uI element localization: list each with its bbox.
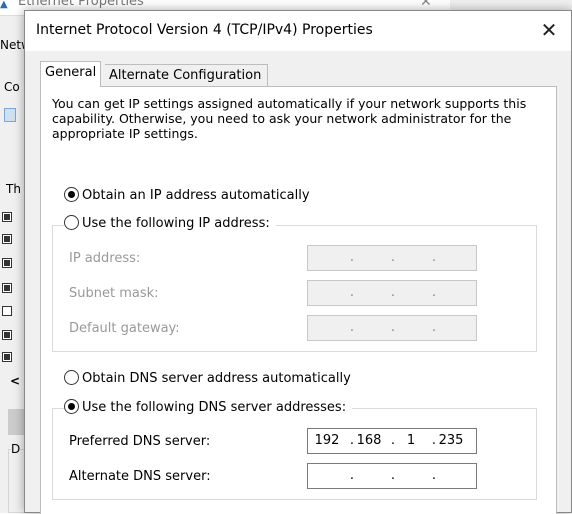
ip-separator: . (390, 285, 396, 300)
alternate-dns-label: Alternate DNS server: (69, 469, 211, 484)
use-following-ip-label: Use the following IP address: (82, 216, 270, 231)
items-list-label: Th (6, 182, 21, 196)
alternate-dns-field[interactable]: ... (307, 463, 477, 489)
item-checkbox[interactable] (2, 212, 12, 222)
ip-separator: . (431, 468, 437, 483)
subnet-mask-label: Subnet mask: (69, 286, 159, 301)
default-gateway-label: Default gateway: (69, 321, 180, 336)
obtain-ip-automatically-label: Obtain an IP address automatically (82, 188, 310, 203)
scroll-left-icon[interactable]: < (10, 374, 20, 388)
item-checkbox[interactable] (2, 306, 12, 316)
tab-general[interactable]: General (40, 61, 102, 87)
info-text: You can get IP settings assigned automat… (52, 96, 527, 141)
ip-separator: . (349, 468, 355, 483)
dialog-title: Internet Protocol Version 4 (TCP/IPv4) P… (36, 22, 373, 38)
ip-separator: . (390, 468, 396, 483)
ip-octet[interactable]: 235 (436, 433, 466, 448)
default-gateway-field[interactable]: ... (307, 315, 477, 341)
radio-button-icon[interactable] (64, 215, 79, 230)
ip-address-label: IP address: (69, 251, 141, 266)
tab-alternate-configuration[interactable]: Alternate Configuration (105, 64, 268, 88)
use-following-ip-radio[interactable]: Use the following IP address: (64, 215, 276, 233)
obtain-dns-automatically-label: Obtain DNS server address automatically (82, 371, 351, 386)
ip-separator: . (390, 250, 396, 265)
close-icon[interactable]: ✕ (531, 14, 567, 48)
ethernet-properties-close-icon[interactable]: ✕ (420, 0, 432, 10)
ip-separator: . (349, 285, 355, 300)
preferred-dns-field[interactable]: 192. 168. 1. 235 (307, 428, 477, 454)
network-adapter-icon: ▲ (0, 0, 8, 10)
ip-separator: . (349, 320, 355, 335)
item-checkbox[interactable] (2, 258, 12, 268)
preferred-dns-label: Preferred DNS server: (69, 434, 211, 449)
ip-octet[interactable]: 192 (312, 433, 342, 448)
radio-button-icon[interactable] (64, 370, 79, 385)
obtain-dns-automatically-radio[interactable]: Obtain DNS server address automatically (64, 370, 351, 388)
item-checkbox[interactable] (2, 352, 12, 362)
dialog-titlebar: Internet Protocol Version 4 (TCP/IPv4) P… (25, 11, 571, 51)
connect-using-label: Co (4, 80, 20, 94)
ip-separator: . (349, 250, 355, 265)
ip-address-field[interactable]: ... (307, 245, 477, 271)
ethernet-properties-title: Ethernet Properties (18, 0, 144, 9)
ip-separator: . (390, 320, 396, 335)
description-label: D (11, 442, 21, 456)
ip-octet[interactable]: 1 (396, 433, 426, 448)
adapter-icon (4, 108, 16, 122)
ip-separator: . (431, 250, 437, 265)
ip-separator: . (431, 285, 437, 300)
item-checkbox[interactable] (2, 234, 12, 244)
item-checkbox[interactable] (2, 283, 12, 293)
ip-octet[interactable]: 168 (354, 433, 384, 448)
subnet-mask-field[interactable]: ... (307, 280, 477, 306)
ip-separator: . (431, 320, 437, 335)
item-checkbox[interactable] (2, 330, 12, 340)
use-following-dns-radio[interactable]: Use the following DNS server addresses: (64, 399, 353, 417)
use-following-dns-label: Use the following DNS server addresses: (82, 400, 347, 415)
radio-button-icon[interactable] (64, 187, 79, 202)
obtain-ip-automatically-radio[interactable]: Obtain an IP address automatically (64, 187, 310, 205)
radio-button-icon[interactable] (64, 399, 79, 414)
